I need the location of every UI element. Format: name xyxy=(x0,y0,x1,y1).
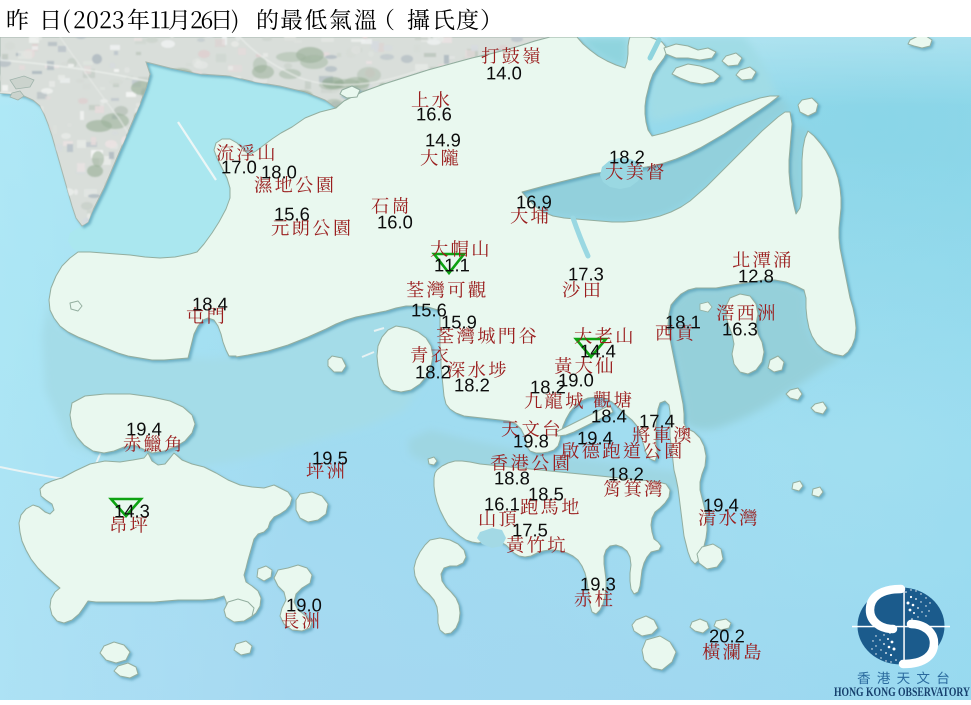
svg-text:HONG KONG OBSERVATORY: HONG KONG OBSERVATORY xyxy=(834,685,970,699)
